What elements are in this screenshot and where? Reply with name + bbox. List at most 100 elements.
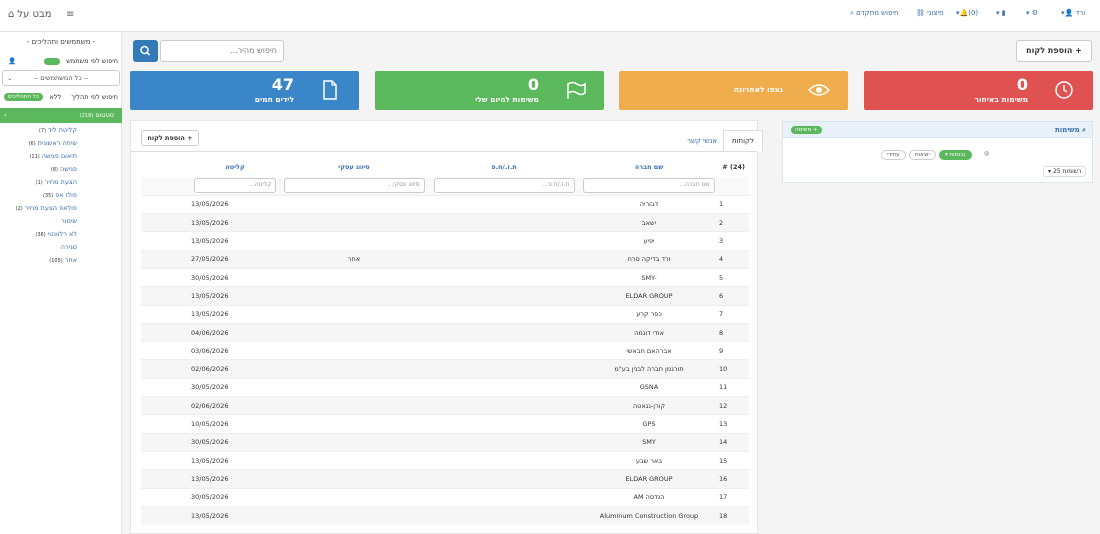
column-number[interactable]: # (24): [719, 157, 749, 177]
table-row[interactable]: 27/05/2026 אחר ורד בדיקה סרח 4: [141, 249, 749, 269]
quick-search-input[interactable]: חיפוש מהיר...: [160, 40, 284, 62]
table-row[interactable]: 13/05/2026 ELDAR GROUP 6: [141, 286, 749, 306]
sidebar-status-item[interactable]: סגירה: [59, 243, 77, 251]
user-toggle[interactable]: [44, 57, 61, 65]
chevron-down-icon: ⌄: [7, 74, 13, 82]
cell-intake-date: 13/05/2026: [191, 450, 279, 470]
add-customer-table-button[interactable]: הוספת לקוח +: [141, 130, 199, 146]
sidebar-status-item[interactable]: פולאפ הצעת מחיר(2): [16, 204, 77, 212]
column-intake[interactable]: קליטה: [191, 157, 279, 177]
cell-number: 7: [719, 304, 749, 324]
tag-outgoing[interactable]: יוצאות: [909, 150, 936, 160]
table-row[interactable]: 13/05/2026 Aluminum Construction Group 18: [141, 505, 749, 525]
intake-filter-placeholder: קליטה...: [248, 181, 272, 189]
my-tasks-today-card[interactable]: 0 משימות להיום שלי: [375, 71, 604, 110]
documents-button[interactable]: ▾ ▮: [996, 9, 1006, 17]
all-users-select[interactable]: -- כל המשתמשים -- ⌄: [2, 70, 120, 86]
settings-button[interactable]: ▾ ⚙: [1026, 9, 1038, 17]
all-processes-button[interactable]: כל התהליכים: [4, 93, 43, 101]
table-row[interactable]: 13/05/2026 יפיע 3: [141, 231, 749, 251]
table-row[interactable]: 30/05/2026 GSNA 11: [141, 377, 749, 397]
sidebar-status-item[interactable]: פגישה(8): [51, 165, 77, 173]
tag-future[interactable]: עתידי: [881, 150, 906, 160]
overdue-tasks-card[interactable]: 0 משימות באיחור: [864, 71, 1093, 110]
cell-number: 1: [719, 194, 749, 214]
cell-id: [429, 377, 579, 397]
cell-category: [279, 213, 429, 232]
sidebar-status-item-count: (11): [29, 154, 40, 160]
cell-intake-date: 04/06/2026: [191, 322, 279, 342]
search-icon: ⌕: [850, 9, 854, 17]
table-row[interactable]: 13/05/2026 כפר קרע 7: [141, 304, 749, 324]
sidebar-status-item[interactable]: קליטת ליד(7): [39, 126, 77, 134]
customers-panel: לקוחות אנשי קשר הוספת לקוח + קליטה סיווג…: [130, 120, 763, 534]
sidebar-status-item[interactable]: שימור: [59, 217, 77, 225]
cell-category: [279, 469, 429, 489]
intake-filter-input[interactable]: קליטה...: [193, 178, 277, 194]
column-company[interactable]: שם חברה: [579, 157, 719, 177]
cell-company: אודי דוגמה: [579, 322, 719, 342]
sidebar-status-item[interactable]: שיחה ראשונית(6): [29, 139, 77, 147]
id-filter-input[interactable]: ת.ז./ח.פ...: [433, 178, 575, 194]
column-id[interactable]: ת.ז./ח.פ: [429, 157, 579, 177]
external-link[interactable]: ⛓ חיצוני: [916, 9, 944, 17]
sidebar-status-item[interactable]: הצעת מחיר(1): [36, 178, 77, 186]
plus-icon: +: [812, 127, 818, 133]
tag-incoming[interactable]: ▾ נכנסות: [939, 150, 972, 160]
table-row[interactable]: 13/05/2026 דבוריה 1: [141, 194, 749, 214]
advanced-search-link[interactable]: ⌕ חיפוש מתקדם: [850, 9, 899, 18]
cell-number: 18: [719, 505, 749, 525]
gear-icon: ⚙: [1031, 9, 1039, 17]
table-row[interactable]: 10/05/2026 GPS 13: [141, 414, 749, 434]
sidebar-status-item[interactable]: אחר(105): [49, 256, 77, 264]
cell-id: [429, 341, 579, 360]
table-row[interactable]: 30/05/2026 SMY- 5: [141, 267, 749, 287]
tab-customers-label: לקוחות: [732, 137, 754, 145]
cell-company: כפר קרע: [579, 304, 719, 324]
whatsapp-icon[interactable]: ◎: [984, 150, 989, 157]
sidebar-status-item-count: (36): [35, 232, 46, 238]
no-process-option[interactable]: ללא: [50, 93, 62, 101]
table-row[interactable]: 30/05/2026 AM הנדסה 17: [141, 487, 749, 507]
cell-intake-date: 30/05/2026: [191, 267, 279, 287]
notifications-button[interactable]: ▾🔔(0): [956, 9, 978, 17]
sidebar-status-item-label: סגירה: [60, 243, 77, 251]
column-category[interactable]: סיווג עסקי: [279, 157, 429, 177]
tab-customers[interactable]: לקוחות: [723, 130, 763, 152]
user-menu[interactable]: ▾👤 ורד: [1061, 9, 1085, 17]
table-row[interactable]: 02/06/2026 קורן-נגאטה 12: [141, 396, 749, 415]
advanced-search-label: חיפוש מתקדם: [856, 9, 899, 17]
sidebar-status-item[interactable]: פולו אפ(35): [43, 191, 77, 199]
table-row[interactable]: 30/05/2026 SMY 14: [141, 432, 749, 452]
table-row[interactable]: 04/06/2026 אודי דוגמה 8: [141, 322, 749, 342]
search-button[interactable]: [133, 40, 158, 62]
sidebar-status-item[interactable]: תיאום פגישה(11): [29, 152, 77, 160]
sidebar-status-item-label: שיחה ראשונית: [37, 139, 77, 147]
category-filter-input[interactable]: סיווג עסקי...: [283, 178, 425, 194]
top-bar: ⌂ מבט על ≡ ⌕ חיפוש מתקדם ⛓ חיצוני ▾🔔(0) ▾…: [0, 0, 1100, 32]
sidebar-status-item-label: שימור: [61, 217, 77, 225]
recently-viewed-card[interactable]: נצפו לאחרונה: [619, 71, 848, 110]
menu-icon[interactable]: ≡: [66, 9, 74, 20]
hot-leads-card[interactable]: 47 לידים חמים: [130, 71, 359, 110]
table-row[interactable]: 13/05/2026 ELDAR GROUP 16: [141, 469, 749, 489]
search-by-process-label: חיפוש לפי תהליך: [71, 93, 118, 101]
add-customer-button[interactable]: הוספת לקוח +: [1016, 40, 1092, 62]
cell-intake-date: 03/06/2026: [191, 341, 279, 360]
table-row[interactable]: 03/06/2026 אברהאם חבאשי 9: [141, 341, 749, 360]
records-per-page-select[interactable]: ▾ 25 רשומות: [1043, 166, 1087, 177]
table-row[interactable]: 13/05/2026 ישאב 2: [141, 213, 749, 232]
tab-contacts[interactable]: אנשי קשר: [679, 131, 725, 151]
table-row[interactable]: 13/05/2026 באר שבע 15: [141, 450, 749, 470]
cell-company: ורד בדיקה סרח: [579, 249, 719, 269]
my-tasks-today-label: משימות להיום שלי: [475, 95, 539, 104]
chevron-right-icon: ›: [4, 111, 7, 119]
add-task-button[interactable]: משימה +: [791, 126, 822, 134]
cell-intake-date: 27/05/2026: [191, 249, 279, 269]
sidebar-status-item[interactable]: לא רלוונטי(36): [35, 230, 77, 238]
status-filter[interactable]: סטטוס (218) ›: [0, 108, 122, 123]
company-filter-input[interactable]: שם חברה...: [583, 178, 715, 194]
sidebar-title: - משתמשים ותהליכים -: [26, 38, 96, 46]
logo[interactable]: ⌂ מבט על: [8, 9, 52, 20]
table-row[interactable]: 02/06/2026 תורגמן חברה לבנין בע"מ 10: [141, 359, 749, 379]
